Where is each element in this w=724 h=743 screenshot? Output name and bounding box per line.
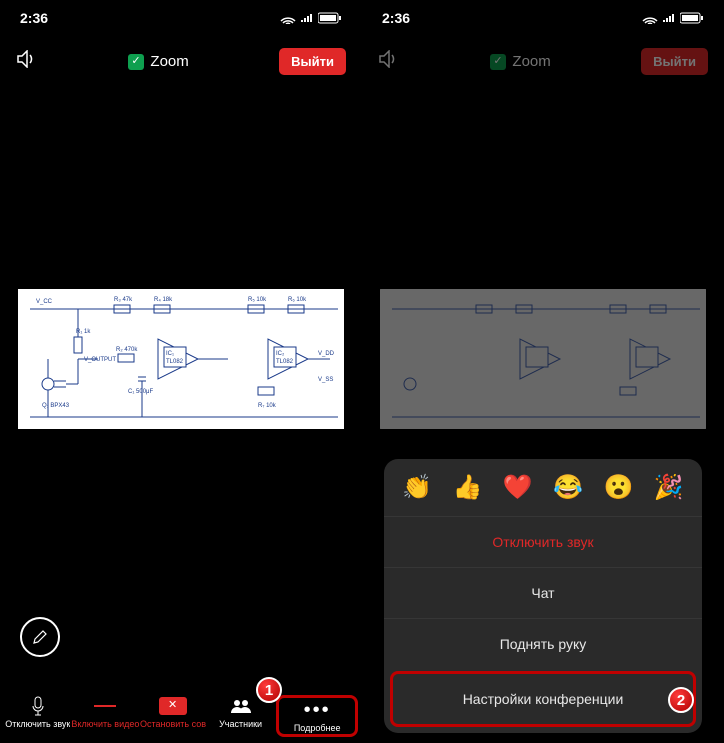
menu-raise-hand[interactable]: Поднять руку — [384, 618, 702, 669]
meeting-title: Zoom — [128, 53, 188, 70]
shield-icon — [128, 54, 144, 70]
stop-share-button[interactable]: Остановить сов — [139, 695, 207, 737]
meeting-title: Zoom — [490, 53, 550, 70]
svg-text:IC₂: IC₂ — [276, 351, 285, 357]
more-icon: ••• — [304, 699, 331, 722]
participants-label: Участники — [219, 719, 262, 729]
shared-content[interactable] — [380, 289, 706, 429]
mute-label: Отключить звук — [5, 719, 70, 729]
speaker-icon[interactable] — [378, 50, 400, 73]
video-button[interactable]: Включить видео — [72, 695, 140, 737]
menu-settings-highlight: Настройки конференции — [390, 671, 696, 727]
leave-button[interactable]: Выйти — [641, 48, 708, 75]
top-bar: Zoom Выйти — [362, 30, 724, 87]
video-label: Включить видео — [71, 719, 139, 729]
phone-right: 2:36 Zoom Выйти — [362, 0, 724, 743]
title-text: Zoom — [512, 53, 550, 70]
status-time: 2:36 — [20, 10, 48, 26]
svg-text:R₇ 10k: R₇ 10k — [258, 403, 277, 409]
svg-text:R₂ 470k: R₂ 470k — [116, 347, 138, 353]
status-bar: 2:36 — [362, 0, 724, 30]
speaker-icon[interactable] — [16, 50, 38, 73]
svg-text:V_DD: V_DD — [318, 351, 335, 357]
svg-text:V_CC: V_CC — [36, 299, 53, 305]
status-time: 2:36 — [382, 10, 410, 26]
leave-button[interactable]: Выйти — [279, 48, 346, 75]
svg-text:R₆ 10k: R₆ 10k — [288, 297, 307, 303]
svg-text:R₃ 47k: R₃ 47k — [114, 297, 133, 303]
annotate-button[interactable] — [20, 617, 60, 657]
status-bar: 2:36 — [0, 0, 362, 30]
callout-badge-1: 1 — [256, 677, 282, 703]
menu-mute-all[interactable]: Отключить звук — [384, 516, 702, 567]
title-text: Zoom — [150, 53, 188, 70]
reaction-heart[interactable]: ❤️ — [503, 473, 533, 502]
top-bar: Zoom Выйти — [0, 30, 362, 87]
more-button[interactable]: ••• Подробнее — [276, 695, 358, 737]
svg-text:TL082: TL082 — [166, 359, 184, 365]
svg-text:TL082: TL082 — [276, 359, 294, 365]
menu-chat[interactable]: Чат — [384, 567, 702, 618]
reaction-wow[interactable]: 😮 — [604, 473, 634, 502]
reaction-clap[interactable]: 👏 — [402, 473, 432, 502]
svg-text:R₅ 10k: R₅ 10k — [248, 297, 267, 303]
svg-text:C₁ 500μF: C₁ 500μF — [128, 389, 153, 395]
svg-text:Q₁ BPX43: Q₁ BPX43 — [42, 403, 70, 409]
shield-icon — [490, 54, 506, 70]
reactions-row: 👏 👍 ❤️ 😂 😮 🎉 — [384, 459, 702, 516]
svg-text:R₄ 18k: R₄ 18k — [154, 297, 173, 303]
stop-icon — [159, 697, 187, 715]
svg-text:IC₁: IC₁ — [166, 351, 174, 357]
phone-left: 2:36 Zoom Выйти — [0, 0, 362, 743]
reaction-party[interactable]: 🎉 — [654, 473, 684, 502]
callout-badge-2: 2 — [668, 687, 694, 713]
stop-label: Остановить сов — [140, 719, 206, 729]
menu-meeting-settings[interactable]: Настройки конференции — [393, 674, 693, 724]
reaction-thumbsup[interactable]: 👍 — [453, 473, 483, 502]
mute-button[interactable]: Отключить звук — [4, 695, 72, 737]
more-label: Подробнее — [294, 723, 341, 733]
status-icons — [280, 12, 342, 24]
svg-text:R₁ 1k: R₁ 1k — [76, 329, 91, 335]
shared-content[interactable]: V_CC R₁ 1k R₃ 47k R₄ 18k R₂ 470k C₁ 500μF I… — [18, 289, 344, 429]
svg-text:V_OUTPUT: V_OUTPUT — [84, 357, 116, 363]
reaction-laugh[interactable]: 😂 — [553, 473, 583, 502]
status-icons — [642, 12, 704, 24]
svg-text:V_SS: V_SS — [318, 377, 333, 383]
more-menu-popup: 👏 👍 ❤️ 😂 😮 🎉 Отключить звук Чат Поднять … — [384, 459, 702, 733]
bottom-toolbar: Отключить звук Включить видео Остановить… — [0, 695, 362, 737]
